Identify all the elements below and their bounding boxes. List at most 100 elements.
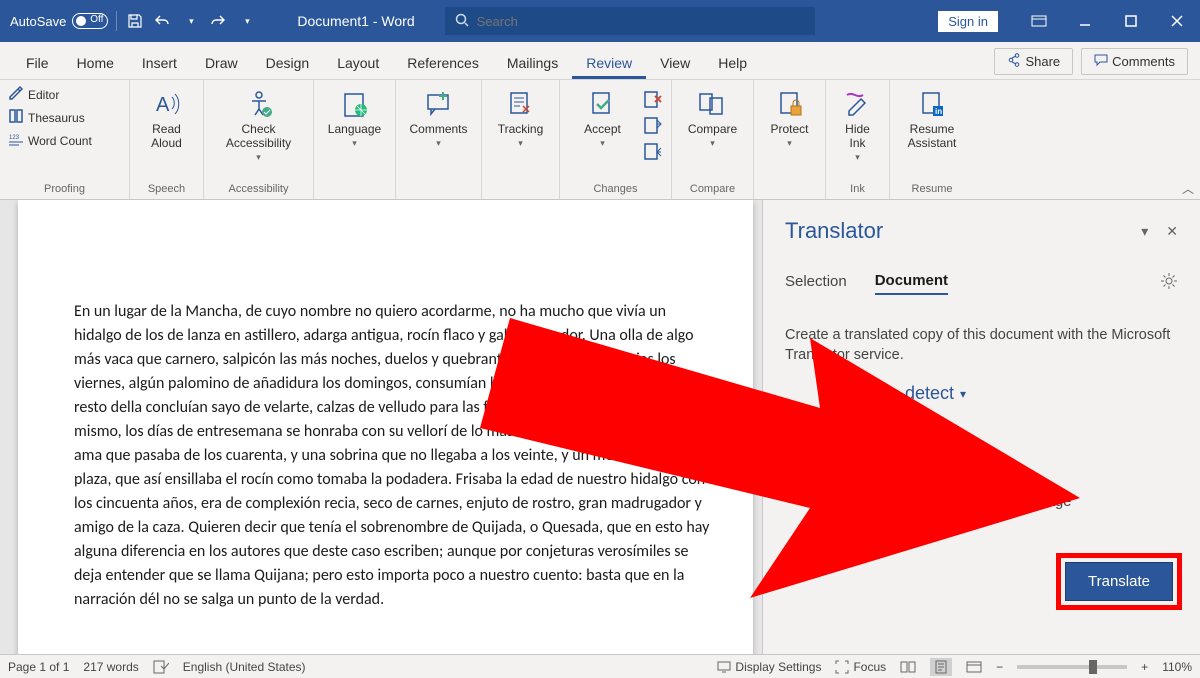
save-icon[interactable] [125, 11, 145, 31]
compare-icon [697, 88, 729, 120]
tab-design[interactable]: Design [252, 47, 324, 79]
editor-button[interactable]: Editor [6, 84, 94, 105]
accessibility-icon [243, 88, 275, 120]
resume-assistant-button[interactable]: in Resume Assistant [896, 84, 968, 150]
menu-tabs: File Home Insert Draw Design Layout Refe… [0, 42, 1200, 80]
protect-button[interactable]: Protect ▾ [760, 84, 819, 149]
status-language[interactable]: English (United States) [183, 660, 306, 674]
zoom-level[interactable]: 110% [1162, 660, 1192, 674]
document-body-text[interactable]: En un lugar de la Mancha, de cuyo nombre… [74, 300, 713, 612]
undo-icon[interactable] [153, 11, 173, 31]
focus-mode-button[interactable]: Focus [835, 660, 886, 674]
tab-help[interactable]: Help [704, 47, 761, 79]
document-area[interactable]: En un lugar de la Mancha, de cuyo nombre… [0, 200, 762, 654]
protect-icon [774, 88, 806, 120]
language-button[interactable]: Language ▾ [320, 84, 389, 149]
group-changes-label: Changes [566, 181, 665, 197]
compare-button[interactable]: Compare ▾ [678, 84, 747, 149]
zoom-in-button[interactable]: + [1141, 660, 1148, 674]
tab-home[interactable]: Home [63, 47, 128, 79]
group-speech-label: Speech [136, 181, 197, 197]
autosave-toggle[interactable]: AutoSave Off [10, 13, 108, 29]
editor-icon [8, 85, 24, 104]
accept-icon [587, 88, 619, 120]
thesaurus-icon [8, 108, 24, 127]
close-icon[interactable] [1154, 0, 1200, 42]
search-icon [455, 13, 469, 30]
word-count-button[interactable]: 123 Word Count [6, 130, 94, 151]
read-aloud-button[interactable]: A Read Aloud [136, 84, 197, 150]
share-button[interactable]: Share [994, 48, 1073, 75]
translator-pane: Translator ▾ ✕ Selection Document Create… [762, 200, 1200, 654]
comments-button[interactable]: Comments [1081, 48, 1188, 75]
status-spellcheck-icon[interactable] [153, 660, 169, 674]
sign-in-button[interactable]: Sign in [938, 11, 998, 32]
tab-review[interactable]: Review [572, 47, 646, 79]
ribbon-display-icon[interactable] [1016, 0, 1062, 42]
tab-layout[interactable]: Layout [323, 47, 393, 79]
workspace: En un lugar de la Mancha, de cuyo nombre… [0, 200, 1200, 654]
search-input[interactable] [477, 14, 805, 29]
next-change-button[interactable] [641, 140, 665, 164]
toggle-switch[interactable]: Off [72, 13, 108, 29]
comments-dropdown-button[interactable]: Comments ▾ [402, 84, 475, 149]
word-count-icon: 123 [8, 131, 24, 150]
group-ink-label: Ink [832, 181, 883, 197]
translator-tab-selection[interactable]: Selection [785, 273, 847, 294]
svg-text:123: 123 [9, 135, 20, 141]
zoom-out-button[interactable]: − [996, 660, 1003, 674]
translate-button-highlight: Translate [1056, 553, 1182, 610]
check-accessibility-button[interactable]: Check Accessibility ▾ [210, 84, 307, 163]
read-mode-icon[interactable] [900, 661, 916, 673]
search-box[interactable] [445, 7, 815, 35]
translator-settings-icon[interactable] [1160, 272, 1178, 295]
translator-description: Create a translated copy of this documen… [785, 325, 1178, 365]
new-comment-icon [423, 88, 455, 120]
pane-close-icon[interactable]: ✕ [1166, 223, 1178, 240]
tab-insert[interactable]: Insert [128, 47, 191, 79]
display-settings-button[interactable]: Display Settings [717, 660, 821, 674]
accept-button[interactable]: Accept ▾ [566, 84, 639, 149]
print-layout-icon[interactable] [930, 658, 952, 676]
translator-tab-document[interactable]: Document [875, 272, 948, 295]
group-proofing-label: Proofing [6, 181, 123, 197]
status-bar: Page 1 of 1 217 words English (United St… [0, 654, 1200, 678]
svg-text:A: A [156, 94, 170, 116]
share-icon [1007, 53, 1021, 70]
tab-file[interactable]: File [12, 47, 63, 79]
tracking-button[interactable]: Tracking ▾ [488, 84, 553, 149]
comment-icon [1094, 53, 1108, 70]
web-layout-icon[interactable] [966, 661, 982, 673]
tracking-icon [505, 88, 537, 120]
tab-view[interactable]: View [646, 47, 704, 79]
collapse-ribbon-icon[interactable]: ︿ [1182, 180, 1194, 197]
reject-button[interactable] [641, 88, 665, 112]
maximize-icon[interactable] [1108, 0, 1154, 42]
translate-button[interactable]: Translate [1065, 562, 1173, 601]
minimize-icon[interactable] [1062, 0, 1108, 42]
ink-icon [842, 88, 874, 120]
read-aloud-icon: A [151, 88, 183, 120]
redo-icon[interactable] [209, 11, 229, 31]
thesaurus-button[interactable]: Thesaurus [6, 107, 94, 128]
tab-mailings[interactable]: Mailings [493, 47, 572, 79]
undo-dropdown-icon[interactable]: ▾ [181, 11, 201, 31]
group-compare-label: Compare [678, 181, 747, 197]
qat-customize-icon[interactable]: ▾ [237, 11, 257, 31]
zoom-slider[interactable] [1017, 665, 1127, 669]
chevron-down-icon: ▾ [960, 387, 966, 401]
previous-change-button[interactable] [641, 114, 665, 138]
hide-ink-button[interactable]: Hide Ink ▾ [832, 84, 883, 163]
from-language-dropdown[interactable]: detect ▾ [905, 383, 1178, 404]
pane-options-icon[interactable]: ▾ [1141, 223, 1148, 240]
status-word-count[interactable]: 217 words [83, 660, 138, 674]
translator-title: Translator [785, 218, 883, 244]
tab-references[interactable]: References [393, 47, 493, 79]
language-icon [339, 88, 371, 120]
document-page[interactable]: En un lugar de la Mancha, de cuyo nombre… [18, 200, 753, 654]
tab-draw[interactable]: Draw [191, 47, 252, 79]
resume-icon: in [916, 88, 948, 120]
autosave-label: AutoSave [10, 14, 66, 29]
svg-text:in: in [935, 107, 942, 116]
status-page[interactable]: Page 1 of 1 [8, 660, 69, 674]
